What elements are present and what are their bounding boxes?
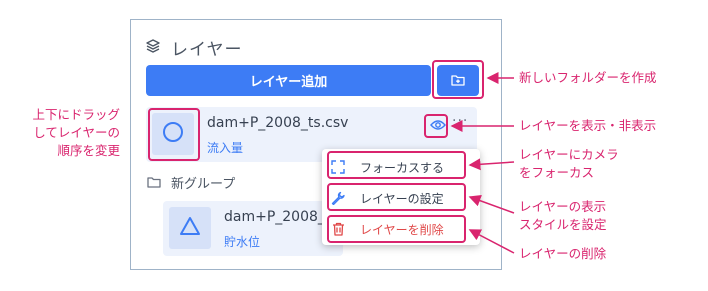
annotation-settings: レイヤーの表示 スタイルを設定 bbox=[519, 199, 607, 232]
annotation-drag: 上下にドラッグ してレイヤーの 順序を変更 bbox=[32, 107, 120, 158]
annotation-focus: レイヤーにカメラ をフォーカス bbox=[519, 147, 619, 180]
annotation-new-folder: 新しいフォルダーを作成 bbox=[519, 70, 657, 85]
annotation-delete: レイヤーの削除 bbox=[519, 246, 607, 261]
annotation-visibility: レイヤーを表示・非表示 bbox=[519, 118, 657, 133]
